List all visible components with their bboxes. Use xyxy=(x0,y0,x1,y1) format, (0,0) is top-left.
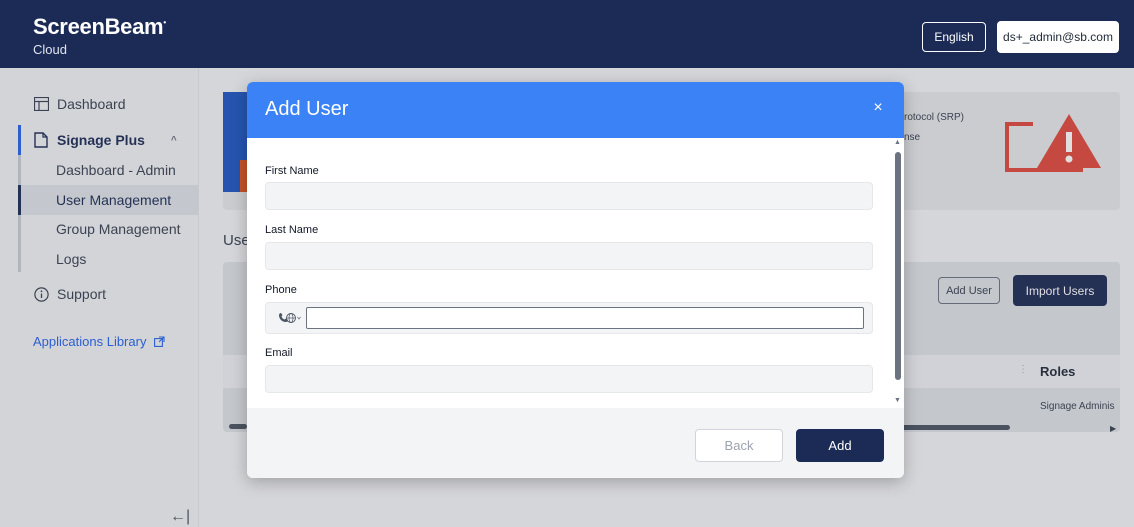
first-name-label: First Name xyxy=(265,165,319,177)
globe-phone-icon[interactable] xyxy=(278,312,302,326)
close-icon[interactable]: × xyxy=(870,100,886,116)
scroll-up-icon[interactable]: ▲ xyxy=(894,139,901,146)
brand-logo[interactable]: ScreenBeam• Cloud xyxy=(33,14,166,57)
brand-sub: Cloud xyxy=(33,42,67,57)
back-button[interactable]: Back xyxy=(695,429,783,462)
phone-input[interactable] xyxy=(306,307,864,329)
add-user-modal: Add User × First Name Last Name Phone Em… xyxy=(247,82,904,478)
email-field[interactable] xyxy=(265,365,873,393)
language-button[interactable]: English xyxy=(922,22,986,52)
brand-name: ScreenBeam xyxy=(33,14,164,39)
add-button[interactable]: Add xyxy=(796,429,884,462)
scroll-down-icon[interactable]: ▼ xyxy=(894,397,901,404)
brand-mark: • xyxy=(163,18,166,27)
email-label: Email xyxy=(265,347,293,359)
modal-title: Add User xyxy=(265,98,349,120)
modal-header: Add User × xyxy=(247,82,904,138)
phone-label: Phone xyxy=(265,284,297,296)
user-menu-button[interactable]: ds+_admin@sb.com xyxy=(997,21,1119,53)
phone-field-wrapper xyxy=(265,302,873,334)
last-name-label: Last Name xyxy=(265,224,319,236)
top-bar: ScreenBeam• Cloud English ds+_admin@sb.c… xyxy=(0,0,1134,68)
last-name-field[interactable] xyxy=(265,242,873,270)
modal-scroll-thumb[interactable] xyxy=(895,152,901,380)
first-name-field[interactable] xyxy=(265,182,873,210)
